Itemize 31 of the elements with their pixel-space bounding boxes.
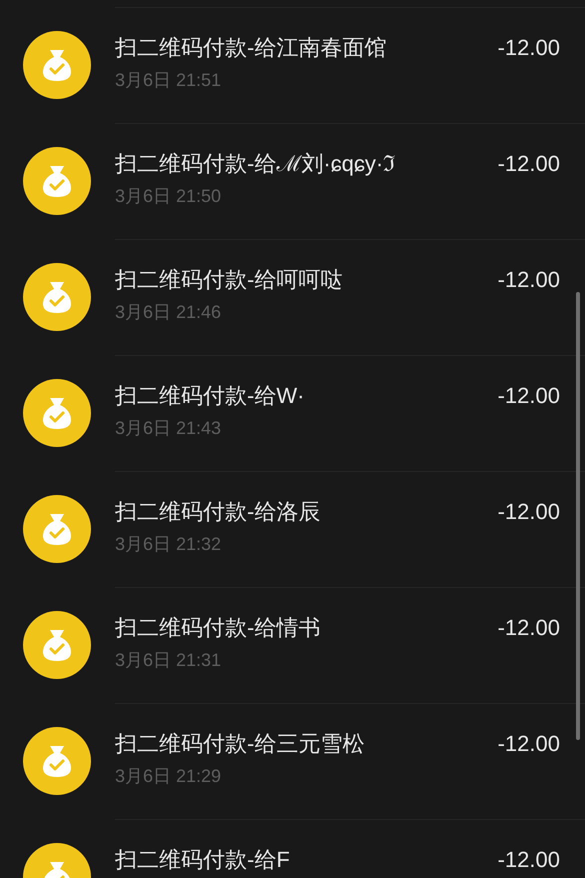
money-bag-icon [23, 147, 91, 215]
transaction-time: 3月6日 21:43 [115, 417, 222, 440]
transaction-title: 扫二维码付款-给情书 [115, 614, 322, 642]
transaction-time: 3月6日 21:50 [115, 185, 222, 208]
money-bag-icon [23, 263, 91, 331]
transaction-time: 3月6日 21:29 [115, 765, 222, 788]
money-bag-icon [23, 611, 91, 679]
money-bag-icon [23, 31, 91, 99]
scroll-bar[interactable] [576, 292, 580, 740]
transaction-title: 扫二维码付款-给呵呵哒 [115, 266, 344, 294]
transaction-time: 3月6日 21:51 [115, 69, 222, 92]
transaction-amount: -12.00 [498, 266, 560, 294]
transaction-amount: -12.00 [498, 382, 560, 410]
transaction-time: 3月6日 21:32 [115, 533, 222, 556]
transaction-title: 扫二维码付款-给W· [115, 382, 306, 410]
transaction-time: 3月6日 21:31 [115, 649, 222, 672]
money-bag-icon [23, 379, 91, 447]
money-bag-icon [23, 727, 91, 795]
transaction-title: 扫二维码付款-给ℳ刘·ɕqɕy·ℑ [115, 150, 396, 178]
transaction-amount: -12.00 [498, 614, 560, 642]
transaction-amount: -12.00 [498, 730, 560, 758]
money-bag-icon [23, 495, 91, 563]
transaction-amount: -12.00 [498, 34, 560, 62]
transaction-amount: -12.00 [498, 846, 560, 874]
transaction-time: 3月6日 21:46 [115, 301, 222, 324]
transaction-amount: -12.00 [498, 498, 560, 526]
transaction-amount: -12.00 [498, 150, 560, 178]
transaction-title: 扫二维码付款-给F [115, 846, 291, 874]
transaction-title: 扫二维码付款-给洛辰 [115, 498, 322, 526]
transaction-title: 扫二维码付款-给江南春面馆 [115, 34, 388, 62]
transaction-title: 扫二维码付款-给三元雪松 [115, 730, 366, 758]
